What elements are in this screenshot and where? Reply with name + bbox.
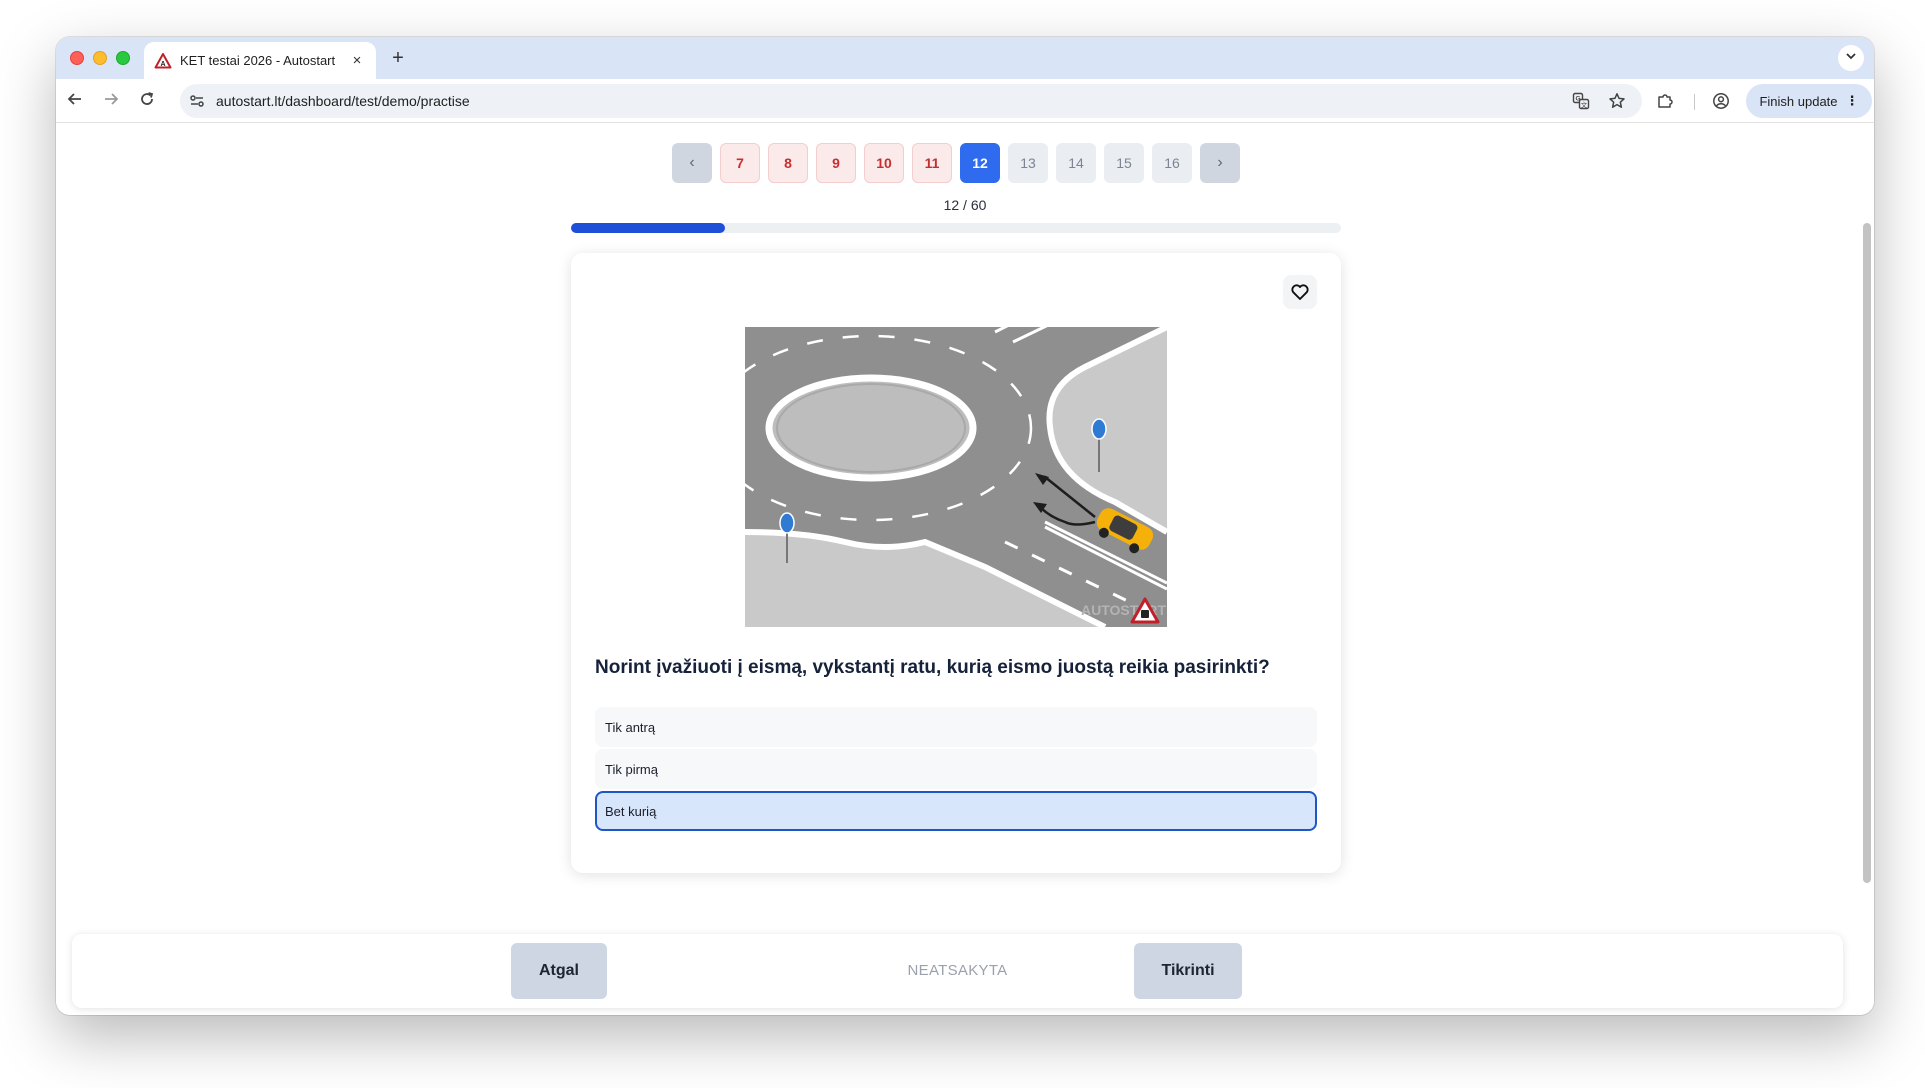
test-footer-bar: NEATSAKYTA Atgal Tikrinti bbox=[72, 934, 1843, 1008]
profile-avatar-icon[interactable] bbox=[1708, 88, 1734, 114]
pagination-page-7[interactable]: 7 bbox=[720, 143, 760, 183]
pagination-next-button[interactable]: › bbox=[1200, 143, 1240, 183]
more-vertical-icon: ⋮ bbox=[1845, 93, 1859, 108]
svg-text:文: 文 bbox=[1581, 100, 1588, 109]
maximize-window-button[interactable] bbox=[116, 51, 130, 65]
finish-update-label: Finish update bbox=[1759, 93, 1838, 109]
close-window-button[interactable] bbox=[70, 51, 84, 65]
progress-bar-fill bbox=[571, 223, 725, 233]
extensions-puzzle-icon[interactable] bbox=[1652, 88, 1678, 114]
answer-status-label: NEATSAKYTA bbox=[907, 962, 1008, 979]
page-content: ‹ 7 8 9 10 11 12 13 14 15 16 › 12 / 60 A… bbox=[56, 123, 1874, 1015]
browser-tab-active[interactable]: A KET testai 2026 - Autostart × bbox=[144, 42, 376, 79]
toolbar-divider bbox=[1694, 94, 1695, 110]
pagination-page-9[interactable]: 9 bbox=[816, 143, 856, 183]
roundabout-illustration: AUTOSTART bbox=[745, 327, 1167, 627]
finish-update-button[interactable]: Finish update ⋮ bbox=[1746, 84, 1872, 118]
back-button[interactable]: Atgal bbox=[511, 943, 607, 999]
progress-bar bbox=[571, 223, 1341, 233]
pagination-page-14[interactable]: 14 bbox=[1056, 143, 1096, 183]
svg-text:A: A bbox=[160, 61, 165, 68]
new-tab-button[interactable]: + bbox=[386, 47, 410, 71]
answer-option-3-selected[interactable]: Bet kurią bbox=[595, 791, 1317, 831]
answer-option-label: Tik antrą bbox=[605, 719, 656, 735]
address-bar[interactable]: autostart.lt/dashboard/test/demo/practis… bbox=[180, 84, 1642, 118]
forward-arrow-icon[interactable] bbox=[98, 88, 124, 114]
browser-toolbar: autostart.lt/dashboard/test/demo/practis… bbox=[56, 79, 1874, 123]
pagination-page-15[interactable]: 15 bbox=[1104, 143, 1144, 183]
back-arrow-icon[interactable] bbox=[62, 88, 88, 114]
pagination-page-11[interactable]: 11 bbox=[912, 143, 952, 183]
check-answer-button[interactable]: Tikrinti bbox=[1134, 943, 1242, 999]
answer-option-label: Bet kurią bbox=[605, 803, 657, 819]
pagination-page-10[interactable]: 10 bbox=[864, 143, 904, 183]
pagination-page-8[interactable]: 8 bbox=[768, 143, 808, 183]
pagination-prev-button[interactable]: ‹ bbox=[672, 143, 712, 183]
tab-close-icon[interactable]: × bbox=[348, 52, 366, 70]
site-settings-icon[interactable] bbox=[180, 84, 214, 118]
page-scrollbar[interactable] bbox=[1863, 223, 1871, 883]
favorite-heart-button[interactable] bbox=[1283, 275, 1317, 309]
translate-icon[interactable]: G文 bbox=[1568, 88, 1594, 114]
pagination-page-16[interactable]: 16 bbox=[1152, 143, 1192, 183]
tab-strip: A KET testai 2026 - Autostart × + bbox=[56, 37, 1874, 79]
question-card: AUTOSTART Norint įvažiuoti į eismą, vyks… bbox=[571, 253, 1341, 873]
answer-option-2[interactable]: Tik pirmą bbox=[595, 749, 1317, 789]
tab-title: KET testai 2026 - Autostart bbox=[180, 53, 336, 68]
question-pagination: ‹ 7 8 9 10 11 12 13 14 15 16 › bbox=[672, 143, 1240, 183]
answer-option-1[interactable]: Tik antrą bbox=[595, 707, 1317, 747]
warning-triangle-icon: A bbox=[154, 52, 172, 68]
bookmark-star-icon[interactable] bbox=[1604, 88, 1630, 114]
tab-search-chevron-icon[interactable] bbox=[1838, 45, 1864, 71]
reload-icon[interactable] bbox=[134, 88, 160, 114]
url-text: autostart.lt/dashboard/test/demo/practis… bbox=[216, 93, 470, 109]
question-text: Norint įvažiuoti į eismą, vykstantį ratu… bbox=[595, 657, 1270, 678]
question-counter: 12 / 60 bbox=[943, 197, 987, 213]
pagination-page-13[interactable]: 13 bbox=[1008, 143, 1048, 183]
answer-option-label: Tik pirmą bbox=[605, 761, 658, 777]
browser-window: A KET testai 2026 - Autostart × + autost… bbox=[56, 37, 1874, 1015]
heart-icon bbox=[1291, 284, 1309, 300]
minimize-window-button[interactable] bbox=[93, 51, 107, 65]
pagination-page-12-current[interactable]: 12 bbox=[960, 143, 1000, 183]
